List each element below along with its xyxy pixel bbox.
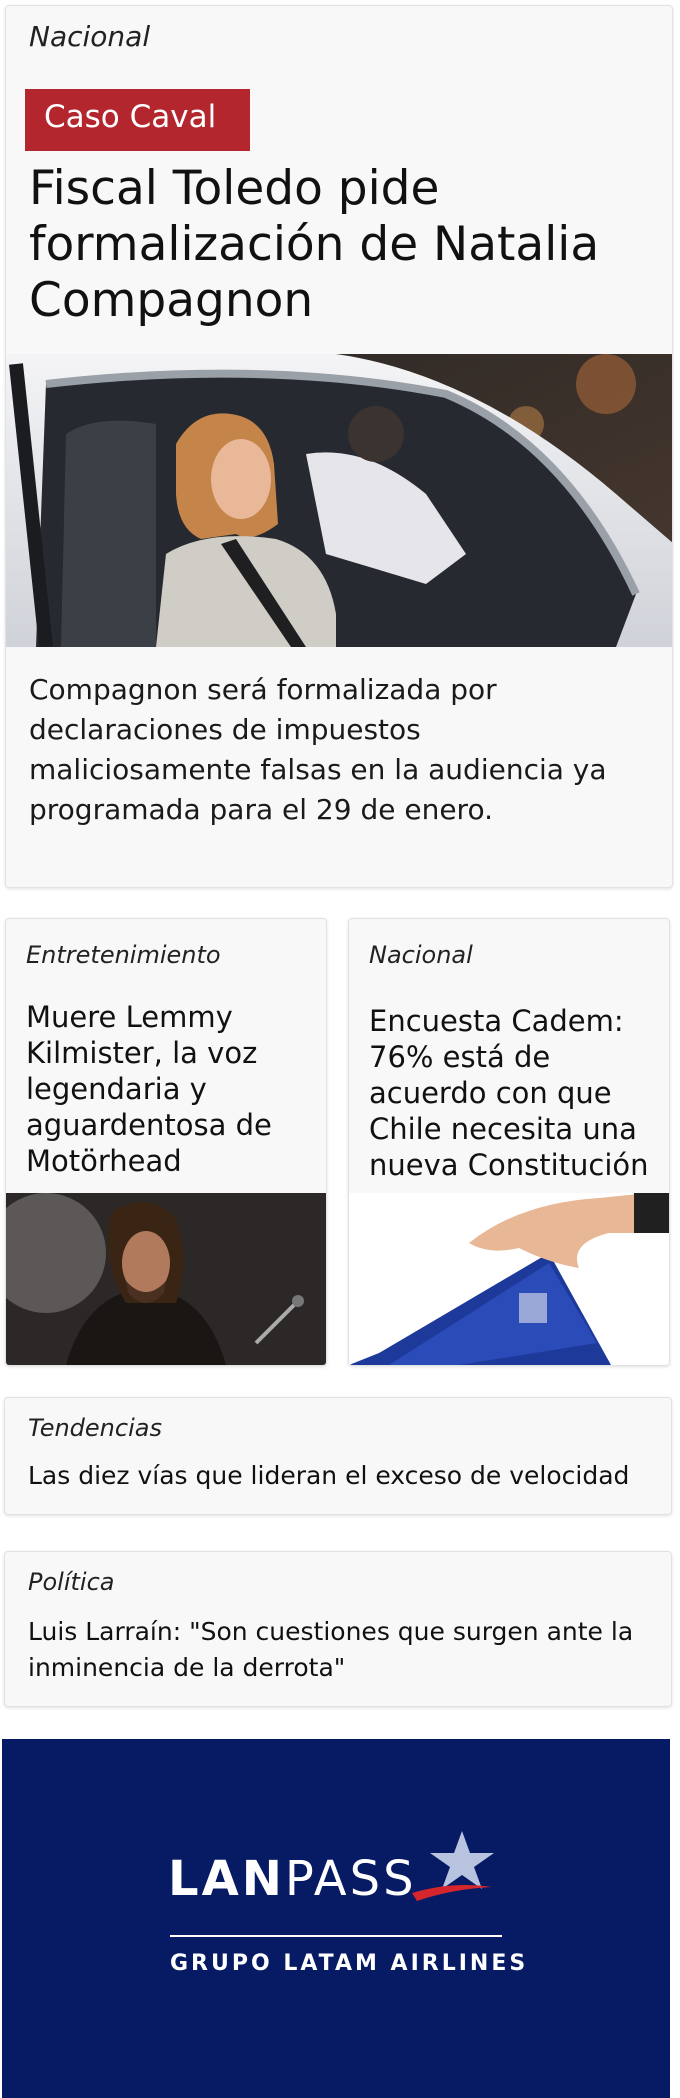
featured-headline[interactable]: Fiscal Toledo pide formalización de Nata…: [29, 161, 649, 329]
ad-brand-pass: PASS: [284, 1851, 417, 1907]
article-thumbnail[interactable]: [349, 1193, 669, 1365]
article-card[interactable]: Entretenimiento Muere Lemmy Kilmister, l…: [5, 918, 327, 1366]
topic-tag[interactable]: Caso Caval: [25, 89, 250, 151]
section-label: Nacional: [29, 20, 151, 53]
ad-logo: LANPASS: [168, 1851, 417, 1907]
article-headline[interactable]: Luis Larraín: "Son cuestiones que surgen…: [28, 1614, 648, 1686]
section-label: Entretenimiento: [26, 941, 221, 969]
article-headline[interactable]: Encuesta Cadem: 76% está de acuerdo con …: [369, 1003, 669, 1183]
ad-divider: [170, 1935, 502, 1937]
section-label: Política: [28, 1568, 115, 1596]
ad-tagline: GRUPO LATAM AIRLINES: [170, 1951, 529, 1976]
star-icon: [412, 1831, 494, 1901]
featured-photo[interactable]: [6, 354, 672, 647]
ad-brand-lan: LAN: [168, 1851, 285, 1907]
featured-article-card[interactable]: Nacional Caso Caval Fiscal Toledo pide f…: [5, 5, 673, 888]
article-thumbnail[interactable]: [6, 1193, 326, 1365]
article-card[interactable]: Tendencias Las diez vías que lideran el …: [4, 1397, 672, 1515]
section-label: Nacional: [369, 941, 473, 969]
article-card[interactable]: Política Luis Larraín: "Son cuestiones q…: [4, 1551, 672, 1707]
article-headline[interactable]: Muere Lemmy Kilmister, la voz legendaria…: [26, 999, 326, 1179]
featured-summary: Compagnon será formalizada por declaraci…: [29, 673, 607, 826]
advertisement-banner[interactable]: LANPASS GRUPO LATAM AIRLINES: [2, 1739, 670, 2098]
article-headline[interactable]: Las diez vías que lideran el exceso de v…: [28, 1458, 648, 1494]
article-card[interactable]: Nacional Encuesta Cadem: 76% está de acu…: [348, 918, 670, 1366]
section-label: Tendencias: [28, 1414, 162, 1442]
